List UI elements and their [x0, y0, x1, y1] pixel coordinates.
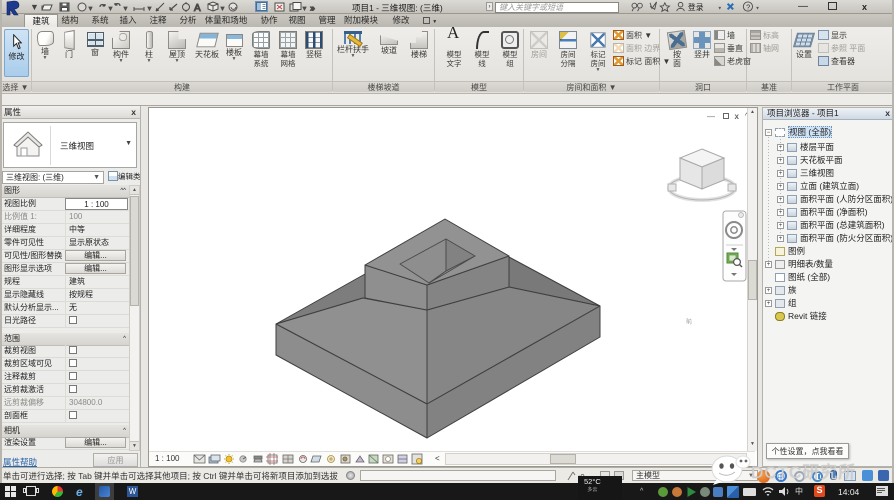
- svg-text:▼: ▼: [717, 5, 722, 10]
- svg-text:»: »: [310, 3, 315, 13]
- svg-text:▼: ▼: [755, 5, 760, 10]
- svg-text:A: A: [194, 3, 201, 13]
- svg-text:▼: ▼: [302, 6, 307, 12]
- svg-text:▼: ▼: [88, 6, 93, 12]
- svg-text:▼: ▼: [123, 6, 128, 12]
- svg-text:登录: 登录: [688, 2, 704, 12]
- svg-text:▼: ▼: [220, 6, 225, 12]
- svg-text:前: 前: [686, 317, 692, 326]
- svg-text:▼: ▼: [108, 6, 113, 12]
- svg-text:▼: ▼: [147, 6, 152, 12]
- svg-text:?: ?: [746, 2, 750, 11]
